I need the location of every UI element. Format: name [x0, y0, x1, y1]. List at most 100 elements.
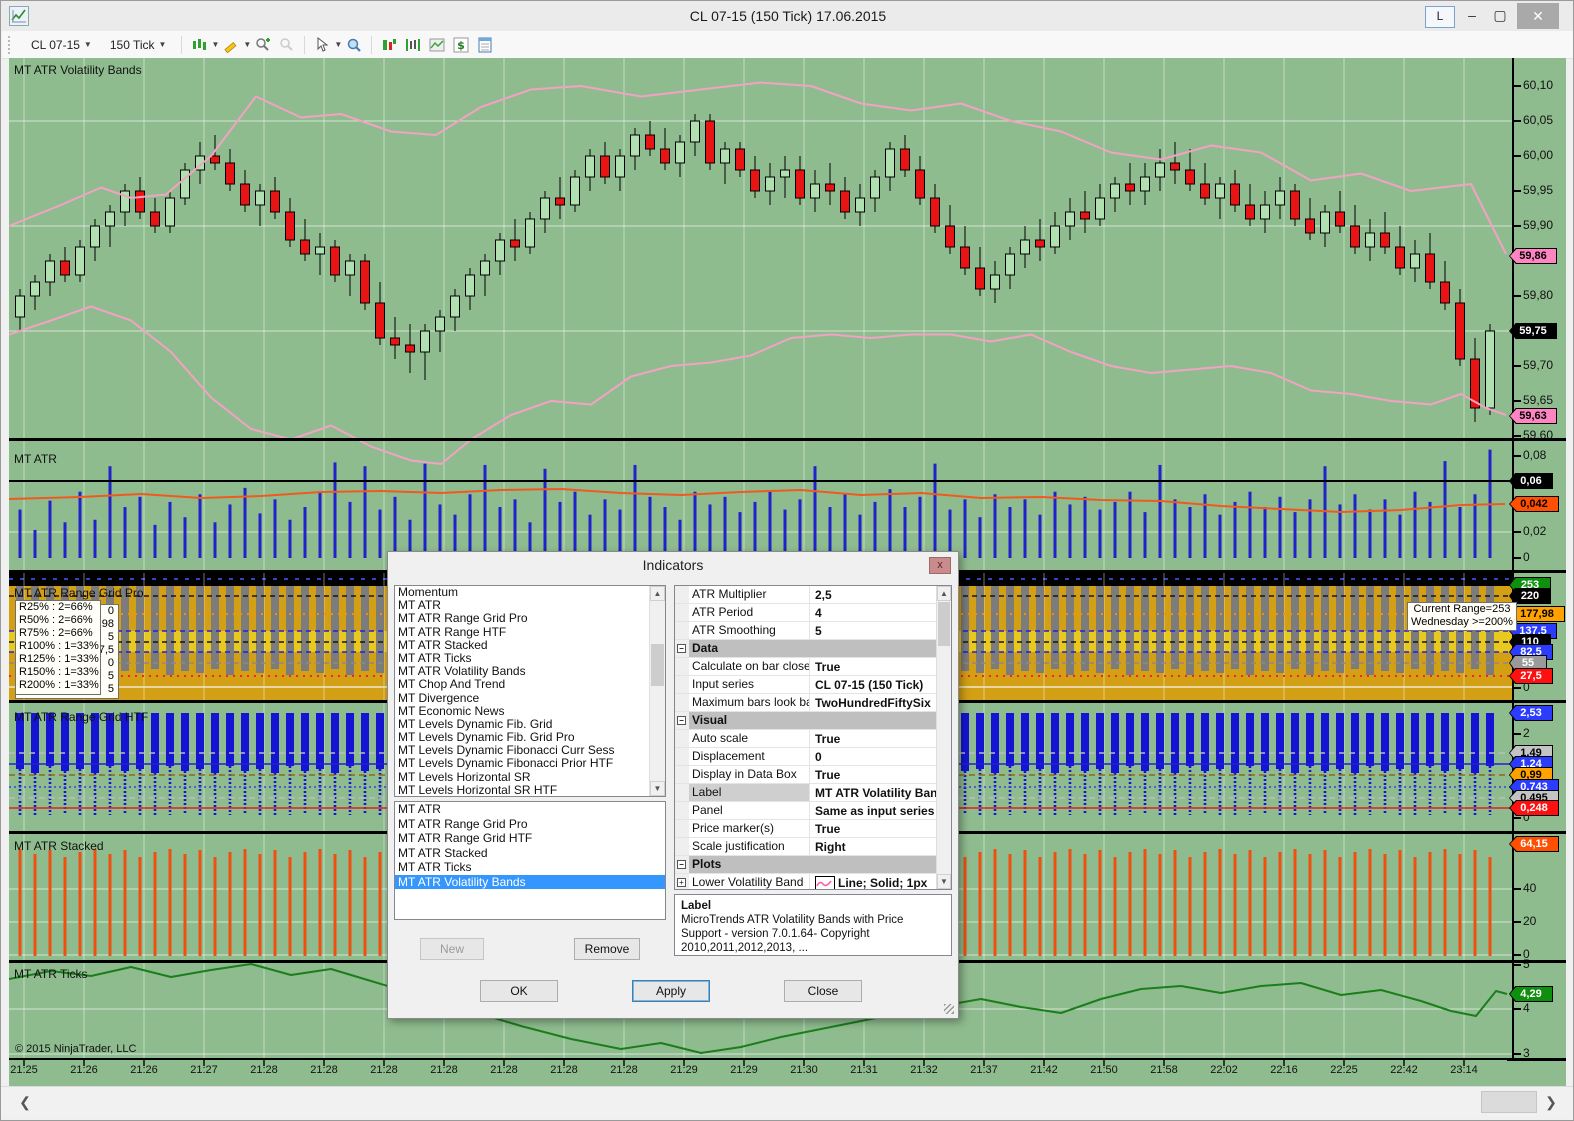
scroll-up-icon[interactable]: ▲	[937, 586, 951, 601]
scrollbar-thumb[interactable]	[938, 602, 950, 646]
available-indicator-item[interactable]: MT Levels Dynamic Fibonacci Prior HTF	[395, 757, 665, 770]
dialog-close-icon[interactable]: x	[929, 557, 951, 574]
property-row[interactable]: +Lower Volatility BandLine; Solid; 1px	[675, 874, 951, 890]
property-row[interactable]: ATR Multiplier2,5	[675, 586, 951, 604]
property-row[interactable]: LabelMT ATR Volatility Ban	[675, 784, 951, 802]
property-value[interactable]: 5	[810, 622, 951, 639]
candle-body	[1231, 184, 1240, 205]
property-grid-scrollbar[interactable]: ▲▼	[936, 586, 951, 889]
price-marker: 59,63	[1509, 408, 1557, 424]
scrollbar-thumb[interactable]	[1481, 1091, 1537, 1113]
close-button[interactable]: ✕	[1517, 3, 1559, 29]
toolbar-grip[interactable]	[8, 36, 15, 54]
property-row[interactable]: Price marker(s)True	[675, 820, 951, 838]
chevron-down-icon[interactable]: ▼	[243, 40, 251, 49]
candle-body	[61, 261, 70, 275]
scroll-up-icon[interactable]: ▲	[650, 586, 665, 601]
apply-button[interactable]: Apply	[632, 980, 710, 1002]
available-indicator-item[interactable]: MT ATR Range HTF	[395, 626, 665, 639]
selected-indicator-item[interactable]: MT ATR	[395, 802, 665, 817]
property-value[interactable]: Right	[810, 838, 951, 855]
property-value[interactable]: TwoHundredFiftySix	[810, 694, 951, 711]
property-row[interactable]: Calculate on bar closeTrue	[675, 658, 951, 676]
atr-bar	[1309, 499, 1312, 558]
property-value[interactable]: Line; Solid; 1px	[810, 874, 951, 890]
horizontal-scrollbar[interactable]: ❮ ❯	[1, 1086, 1574, 1117]
property-row[interactable]: Scale justificationRight	[675, 838, 951, 856]
available-indicator-item[interactable]: MT Levels Horizontal SR HTF	[395, 784, 665, 797]
chevron-down-icon[interactable]: ▼	[211, 40, 219, 49]
property-value[interactable]: 0	[810, 748, 951, 765]
scroll-down-icon[interactable]: ▼	[937, 874, 951, 889]
property-row[interactable]: Display in Data BoxTrue	[675, 766, 951, 784]
property-value[interactable]: 4	[810, 604, 951, 621]
maximize-button[interactable]: ▢	[1487, 7, 1513, 24]
property-value[interactable]: True	[810, 820, 951, 837]
property-row[interactable]: Auto scaleTrue	[675, 730, 951, 748]
expand-icon[interactable]: +	[677, 878, 686, 887]
property-row[interactable]: ATR Smoothing5	[675, 622, 951, 640]
property-row[interactable]: −Data	[675, 640, 951, 658]
list-scrollbar[interactable]: ▲ ▼	[649, 586, 665, 796]
property-value[interactable]: MT ATR Volatility Ban	[810, 784, 951, 801]
property-grid[interactable]: ATR Multiplier2,5ATR Period4ATR Smoothin…	[674, 585, 952, 890]
atr-bar	[754, 502, 757, 558]
selected-indicator-item[interactable]: MT ATR Stacked	[395, 846, 665, 861]
resize-grip[interactable]	[944, 1004, 954, 1014]
selected-indicator-item[interactable]: MT ATR Volatility Bands	[395, 875, 665, 890]
cursor-tool-button[interactable]	[311, 35, 333, 55]
selected-indicator-item[interactable]: MT ATR Range Grid HTF	[395, 831, 665, 846]
property-row[interactable]: −Visual	[675, 712, 951, 730]
account-dollar-icon[interactable]: $	[450, 35, 472, 55]
available-indicator-item[interactable]: MT Chop And Trend	[395, 678, 665, 691]
zoom-out-button[interactable]	[276, 35, 298, 55]
property-value[interactable]: True	[810, 730, 951, 747]
scroll-right-icon[interactable]: ❯	[1539, 1091, 1563, 1113]
minimize-button[interactable]: –	[1459, 7, 1485, 23]
data-box-icon[interactable]	[474, 35, 496, 55]
property-row[interactable]: Maximum bars look baTwoHundredFiftySix	[675, 694, 951, 712]
available-indicator-item[interactable]: MT Economic News	[395, 705, 665, 718]
chevron-down-icon[interactable]: ▼	[334, 40, 342, 49]
scroll-down-icon[interactable]: ▼	[650, 781, 665, 796]
selected-indicator-item[interactable]: MT ATR Ticks	[395, 860, 665, 875]
ok-button[interactable]: OK	[480, 980, 558, 1002]
market-analyzer-icon[interactable]	[378, 35, 400, 55]
property-value[interactable]: Same as input series	[810, 802, 951, 819]
selected-indicator-item[interactable]: MT ATR Range Grid Pro	[395, 817, 665, 832]
zoom-in-button[interactable]	[252, 35, 274, 55]
chart-style-button[interactable]	[188, 35, 210, 55]
property-row[interactable]: −Plots	[675, 856, 951, 874]
property-row[interactable]: Input seriesCL 07-15 (150 Tick)	[675, 676, 951, 694]
available-indicators-list[interactable]: MomentumMT ATRMT ATR Range Grid ProMT AT…	[394, 585, 666, 797]
close-button-dialog[interactable]: Close	[784, 980, 862, 1002]
remove-button[interactable]: Remove	[574, 938, 640, 960]
available-indicator-item[interactable]: MT ATR Range Grid Pro	[395, 612, 665, 625]
snapshot-icon[interactable]	[426, 35, 448, 55]
link-button[interactable]: L	[1425, 6, 1455, 28]
property-row[interactable]: Displacement0	[675, 748, 951, 766]
drawing-tools-button[interactable]	[220, 35, 242, 55]
available-indicator-item[interactable]: MT ATR Stacked	[395, 639, 665, 652]
property-value[interactable]: True	[810, 766, 951, 783]
property-value[interactable]: CL 07-15 (150 Tick)	[810, 676, 951, 693]
property-value[interactable]: 2,5	[810, 586, 951, 603]
collapse-icon[interactable]: −	[677, 644, 686, 653]
scrollbar-thumb[interactable]	[651, 644, 664, 686]
data-magnifier-button[interactable]	[343, 35, 365, 55]
candle-body	[721, 149, 730, 163]
collapse-icon[interactable]: −	[677, 860, 686, 869]
collapse-icon[interactable]: −	[677, 716, 686, 725]
new-button[interactable]: New	[420, 938, 484, 960]
property-row[interactable]: PanelSame as input series	[675, 802, 951, 820]
instrument-dropdown[interactable]: CL 07-15▼	[23, 34, 100, 56]
available-indicator-item[interactable]: MT Divergence	[395, 692, 665, 705]
selected-indicators-list[interactable]: MT ATRMT ATR Range Grid ProMT ATR Range …	[394, 801, 666, 920]
property-row[interactable]: ATR Period4	[675, 604, 951, 622]
available-indicator-item[interactable]: MT Levels Horizontal SR	[395, 771, 665, 784]
gridpro-bar	[1381, 586, 1389, 671]
scroll-left-icon[interactable]: ❮	[13, 1091, 37, 1113]
property-value[interactable]: True	[810, 658, 951, 675]
chart-trader-icon[interactable]	[402, 35, 424, 55]
interval-dropdown[interactable]: 150 Tick▼	[102, 34, 175, 56]
